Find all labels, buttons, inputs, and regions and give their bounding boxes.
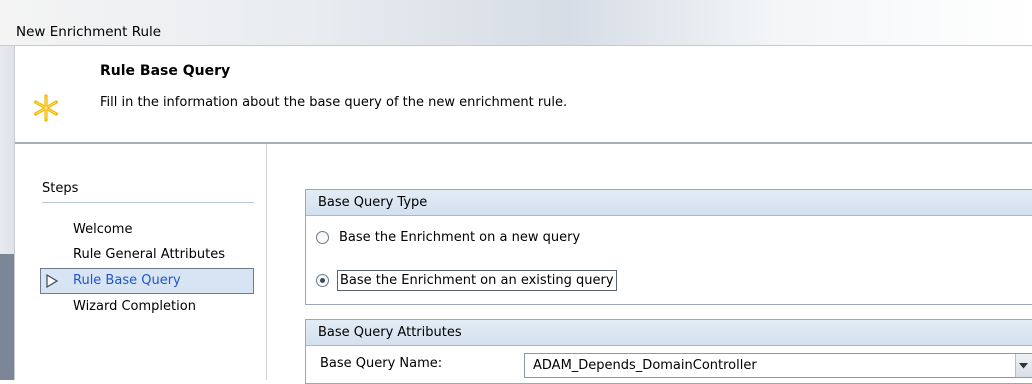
radio-existing-query[interactable]: Base the Enrichment on an existing query bbox=[316, 268, 617, 292]
radio-new-query[interactable]: Base the Enrichment on a new query bbox=[316, 225, 582, 249]
steps-panel: Steps Welcome Rule General Attributes Ru… bbox=[15, 144, 267, 380]
dropdown-button[interactable] bbox=[1015, 354, 1032, 377]
steps-divider bbox=[42, 202, 254, 203]
wizard-header: Rule Base Query Fill in the information … bbox=[15, 46, 1032, 144]
base-query-name-label: Base Query Name: bbox=[320, 356, 443, 371]
step-welcome[interactable]: Welcome bbox=[73, 222, 132, 237]
content-area: Base Query Type Base the Enrichment on a… bbox=[267, 144, 1032, 384]
base-query-name-combobox[interactable]: ADAM_Depends_DomainController bbox=[524, 353, 1032, 378]
left-rail-shadow bbox=[0, 254, 14, 380]
radio-existing-query-label[interactable]: Base the Enrichment on an existing query bbox=[337, 269, 617, 291]
step-label: Rule Base Query bbox=[73, 273, 181, 288]
base-query-attributes-panel: Base Query Attributes Base Query Name: A… bbox=[305, 319, 1032, 384]
base-query-attributes-header: Base Query Attributes bbox=[306, 320, 1032, 346]
chevron-down-icon bbox=[1019, 363, 1028, 369]
step-rule-base-query[interactable]: Rule Base Query bbox=[40, 268, 254, 294]
asterisk-star-icon bbox=[33, 94, 58, 122]
title-bar: New Enrichment Rule bbox=[0, 0, 1032, 46]
step-label: Welcome bbox=[73, 222, 133, 237]
window-title: New Enrichment Rule bbox=[16, 24, 162, 40]
left-window-rail bbox=[0, 46, 15, 380]
steps-title: Steps bbox=[42, 181, 79, 196]
base-query-name-value: ADAM_Depends_DomainController bbox=[533, 358, 757, 373]
radio-button[interactable] bbox=[316, 230, 329, 244]
step-wizard-completion[interactable]: Wizard Completion bbox=[73, 299, 196, 314]
page-title: Rule Base Query bbox=[100, 63, 231, 79]
current-step-arrow-icon bbox=[46, 274, 59, 288]
base-query-type-header: Base Query Type bbox=[306, 190, 1032, 216]
base-query-type-panel: Base Query Type Base the Enrichment on a… bbox=[305, 189, 1032, 305]
step-rule-general-attributes[interactable]: Rule General Attributes bbox=[73, 247, 225, 262]
step-label: Rule General Attributes bbox=[73, 247, 225, 262]
page-description: Fill in the information about the base q… bbox=[100, 95, 568, 110]
radio-new-query-label[interactable]: Base the Enrichment on a new query bbox=[337, 228, 582, 247]
radio-button-selected[interactable] bbox=[316, 273, 329, 287]
step-label: Wizard Completion bbox=[73, 299, 196, 314]
